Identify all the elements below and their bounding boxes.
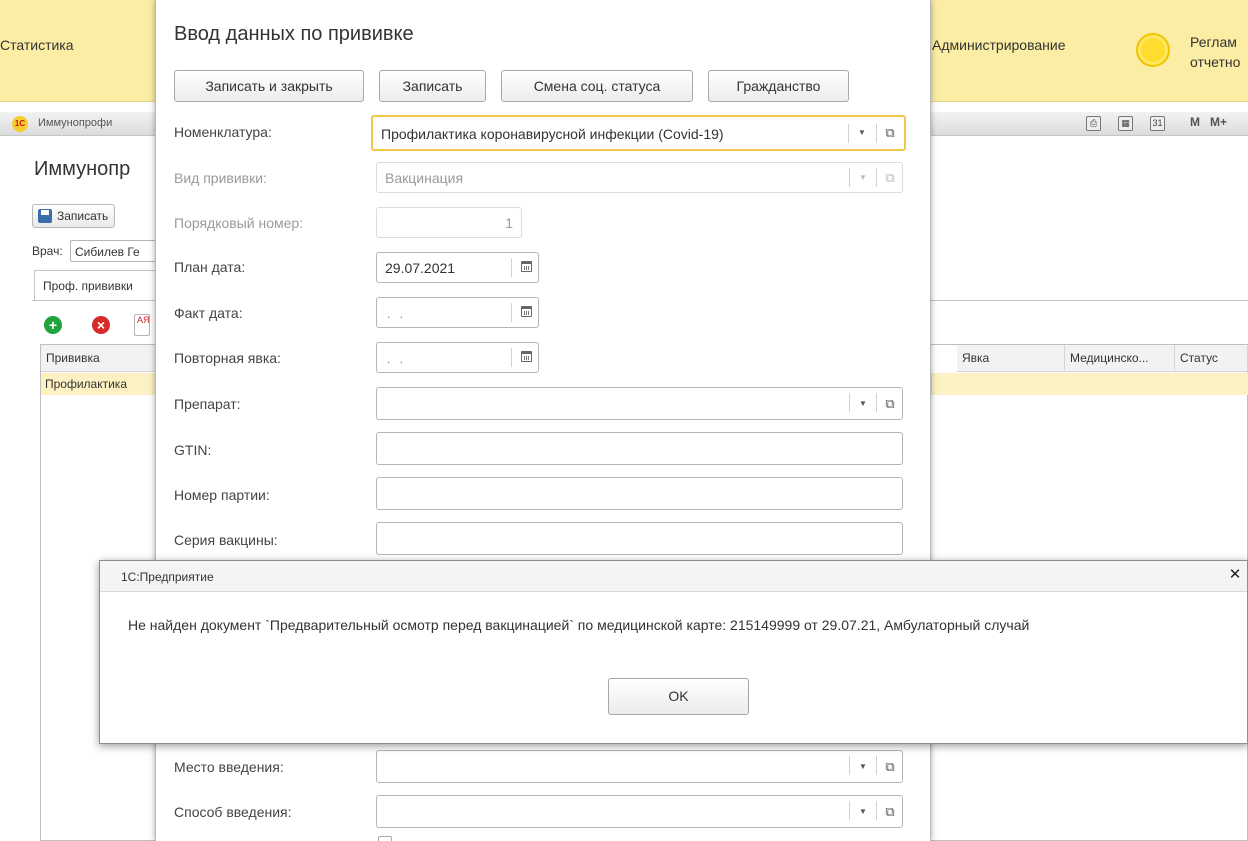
- citizenship-button[interactable]: Гражданство: [708, 70, 849, 102]
- table-row-right[interactable]: [931, 373, 1248, 395]
- save-button[interactable]: Записать: [379, 70, 486, 102]
- section-regulated-reporting[interactable]: Реглам: [1190, 34, 1237, 50]
- column-header-vaccination[interactable]: Прививка: [41, 345, 159, 372]
- social-status-button[interactable]: Смена соц. статуса: [501, 70, 693, 102]
- tab-prof-vaccinations[interactable]: Проф. прививки: [34, 270, 164, 300]
- open-icon[interactable]: ⧉: [877, 751, 903, 782]
- calendar-icon[interactable]: [521, 261, 532, 272]
- dialog-caption-bar[interactable]: 1С:Предприятие ✕: [100, 561, 1247, 592]
- calculator-icon[interactable]: ▦: [1118, 116, 1133, 131]
- batch-number-field[interactable]: [376, 477, 903, 510]
- checkbox[interactable]: [378, 836, 392, 841]
- form-title: Ввод данных по прививке: [174, 23, 414, 45]
- vaccine-series-label: Серия вакцины:: [174, 532, 278, 548]
- error-dialog: 1С:Предприятие ✕ Не найден документ `Пре…: [99, 560, 1248, 744]
- ok-button[interactable]: OK: [608, 678, 749, 715]
- drug-field[interactable]: ▼ ⧉: [376, 387, 903, 420]
- calendar-icon[interactable]: 31: [1150, 116, 1165, 131]
- sort-icon[interactable]: АЯ: [134, 314, 150, 336]
- add-icon[interactable]: +: [44, 316, 62, 334]
- repeat-visit-value: . .: [387, 352, 407, 366]
- close-icon[interactable]: ✕: [1227, 567, 1243, 583]
- open-icon[interactable]: ⧉: [877, 117, 903, 149]
- fact-date-label: Факт дата:: [174, 305, 243, 321]
- injection-method-field[interactable]: ▼ ⧉: [376, 795, 903, 828]
- save-icon: [38, 209, 52, 223]
- drug-label: Препарат:: [174, 396, 241, 412]
- vaccination-type-label: Вид прививки:: [174, 170, 267, 186]
- column-header-status[interactable]: Статус: [1175, 345, 1248, 372]
- batch-number-label: Номер партии:: [174, 487, 270, 503]
- open-icon: ⧉: [885, 170, 895, 185]
- chevron-down-icon[interactable]: ▼: [849, 117, 875, 149]
- dialog-message: Не найден документ `Предварительный осмо…: [128, 617, 1030, 633]
- open-icon[interactable]: ⧉: [877, 796, 903, 827]
- doctor-field[interactable]: Сибилев Ге: [70, 240, 160, 262]
- background-doc-title: Иммунопр: [34, 158, 131, 180]
- gtin-label: GTIN:: [174, 442, 212, 458]
- column-header-visit[interactable]: Явка: [957, 345, 1065, 372]
- memory-m-button[interactable]: M: [1190, 115, 1200, 129]
- fact-date-value: . .: [387, 307, 407, 321]
- calendar-icon[interactable]: [521, 306, 532, 317]
- gtin-field[interactable]: [376, 432, 903, 465]
- injection-site-field[interactable]: ▼ ⧉: [376, 750, 903, 783]
- save-and-close-button[interactable]: Записать и закрыть: [174, 70, 364, 102]
- chevron-down-icon[interactable]: ▼: [850, 796, 876, 827]
- plan-date-field[interactable]: 29.07.2021: [376, 252, 539, 283]
- section-administration[interactable]: Администрирование: [932, 37, 1066, 53]
- sequence-number-field: 1: [376, 207, 522, 238]
- open-icon[interactable]: ⧉: [877, 388, 903, 419]
- table-row[interactable]: Профилактика: [41, 373, 159, 395]
- vaccination-type-field: Вакцинация ▼ ⧉: [376, 162, 903, 193]
- chevron-down-icon: ▼: [859, 173, 867, 182]
- sequence-number-value: 1: [505, 215, 513, 231]
- plan-date-label: План дата:: [174, 259, 246, 275]
- section-regulated-reporting-line2[interactable]: отчетно: [1190, 54, 1240, 70]
- background-save-button[interactable]: Записать: [32, 204, 116, 228]
- nomenclature-value: Профилактика коронавирусной инфекции (Co…: [381, 126, 724, 142]
- nomenclature-label: Номенклатура:: [174, 124, 272, 140]
- repeat-visit-field[interactable]: . .: [376, 342, 539, 373]
- window-tab-title[interactable]: Иммунопрофи: [38, 117, 112, 129]
- plan-date-value: 29.07.2021: [385, 260, 456, 276]
- 1c-logo-icon: 1С: [12, 116, 28, 132]
- repeat-visit-label: Повторная явка:: [174, 350, 281, 366]
- section-statistics[interactable]: Статистика: [0, 37, 74, 53]
- fact-date-field[interactable]: . .: [376, 297, 539, 328]
- dialog-title: 1С:Предприятие: [121, 570, 214, 584]
- delete-icon[interactable]: ×: [92, 316, 110, 334]
- regulated-reporting-icon[interactable]: [1136, 33, 1170, 67]
- vaccine-series-field[interactable]: [376, 522, 903, 555]
- chevron-down-icon[interactable]: ▼: [850, 751, 876, 782]
- doctor-label: Врач:: [32, 244, 63, 258]
- calendar-icon[interactable]: [521, 351, 532, 362]
- injection-method-label: Способ введения:: [174, 804, 292, 820]
- nomenclature-field[interactable]: Профилактика коронавирусной инфекции (Co…: [371, 115, 906, 151]
- memory-mplus-button[interactable]: M+: [1210, 115, 1227, 129]
- injection-site-label: Место введения:: [174, 759, 284, 775]
- chevron-down-icon[interactable]: ▼: [850, 388, 876, 419]
- sequence-number-label: Порядковый номер:: [174, 215, 304, 231]
- print-icon[interactable]: ⎙: [1086, 116, 1101, 131]
- column-header-medical[interactable]: Медицинско...: [1065, 345, 1175, 372]
- vaccination-type-value: Вакцинация: [385, 170, 464, 186]
